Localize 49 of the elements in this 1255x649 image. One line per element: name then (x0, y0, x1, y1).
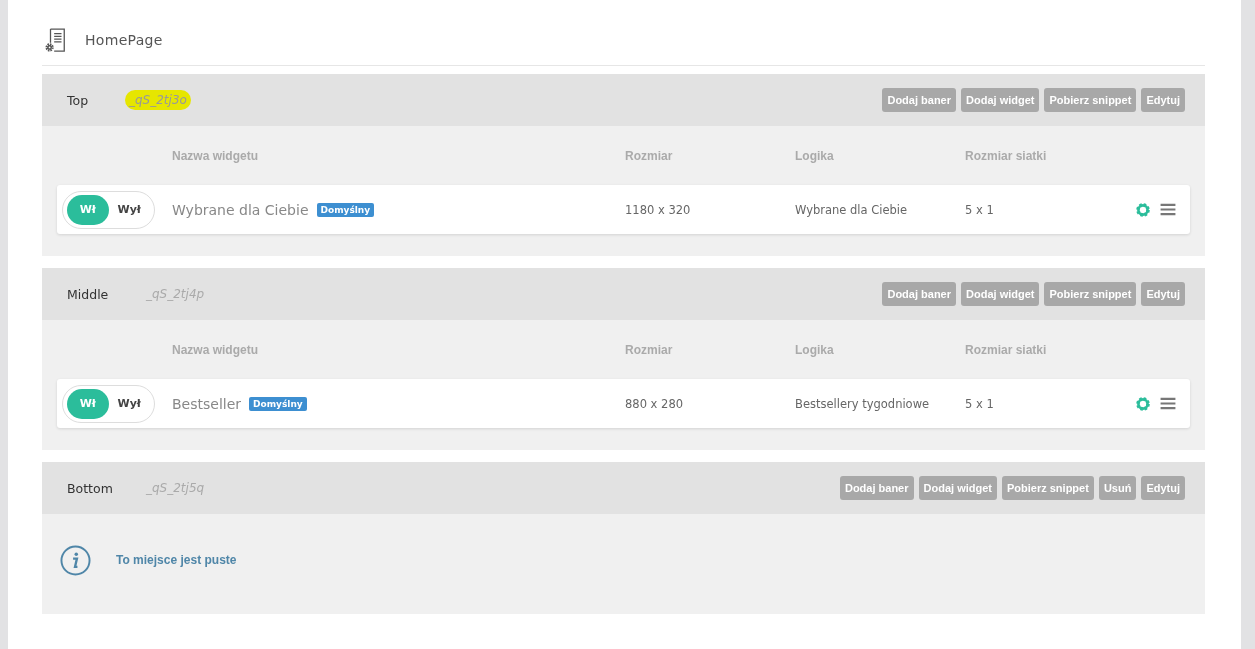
page-title: HomePage (85, 32, 163, 48)
action-button[interactable]: Pobierz snippet (1001, 476, 1094, 500)
action-button[interactable]: Dodaj baner (882, 88, 956, 112)
action-button[interactable]: Dodaj widget (961, 88, 1040, 112)
action-button[interactable]: Edytuj (1141, 88, 1185, 112)
info-icon (60, 544, 91, 576)
toggle-option[interactable]: Wł (67, 194, 109, 225)
empty-message: To miejsce jest puste (116, 553, 237, 567)
column-header: Rozmiar (625, 342, 674, 357)
default-badge: Domyślny (249, 396, 307, 411)
action-button[interactable]: Dodaj widget (918, 476, 997, 500)
column-header: Logika (795, 342, 835, 357)
action-button[interactable]: Dodaj baner (882, 282, 956, 306)
action-button[interactable]: Dodaj baner (839, 476, 914, 500)
column-header: Rozmiar siatki (965, 342, 1048, 357)
settings-icon[interactable] (1135, 395, 1151, 412)
menu-icon[interactable] (1160, 397, 1176, 410)
logic-cell-text: Bestsellery tygodniowe (795, 396, 931, 411)
grid-size-cell: 5 x 1 (965, 396, 994, 411)
action-button[interactable]: Pobierz snippet (1044, 88, 1137, 112)
section-name: Bottom (67, 480, 114, 496)
widget-name: Bestseller (172, 395, 242, 412)
section-code: _qS_2tj5q (145, 480, 206, 497)
column-header: Logika (795, 148, 835, 163)
action-button[interactable]: Edytuj (1141, 282, 1185, 306)
section-name: Top (67, 92, 90, 108)
action-button[interactable]: Dodaj widget (961, 282, 1040, 306)
column-header: Nazwa widgetu (172, 148, 259, 163)
settings-icon[interactable] (1135, 201, 1151, 218)
grid-size-cell: 5 x 1 (965, 202, 994, 217)
column-header: Rozmiar (625, 148, 674, 163)
size-cell-text: 880 x 280 (625, 396, 685, 411)
action-button[interactable]: Usuń (1098, 476, 1137, 500)
toggle-option[interactable]: Wył (108, 194, 150, 225)
document-gear-icon (45, 26, 67, 54)
logic-cell-text: Wybrane dla Ciebie (795, 202, 909, 217)
section-name: Middle (67, 286, 110, 302)
size-cell-text: 1180 x 320 (625, 202, 692, 217)
menu-icon[interactable] (1160, 203, 1176, 216)
action-button[interactable]: Edytuj (1141, 476, 1185, 500)
default-badge: Domyślny (316, 202, 375, 217)
column-header: Rozmiar siatki (965, 148, 1048, 163)
widget-name: Wybrane dla Ciebie (172, 201, 309, 218)
toggle-option[interactable]: Wył (108, 388, 150, 419)
action-button[interactable]: Pobierz snippet (1044, 282, 1137, 306)
section-code: _qS_2tj4p (145, 286, 206, 303)
toggle-option[interactable]: Wł (67, 388, 109, 419)
column-header: Nazwa widgetu (172, 342, 259, 357)
section-code: _qS_2tj3o (125, 90, 191, 110)
